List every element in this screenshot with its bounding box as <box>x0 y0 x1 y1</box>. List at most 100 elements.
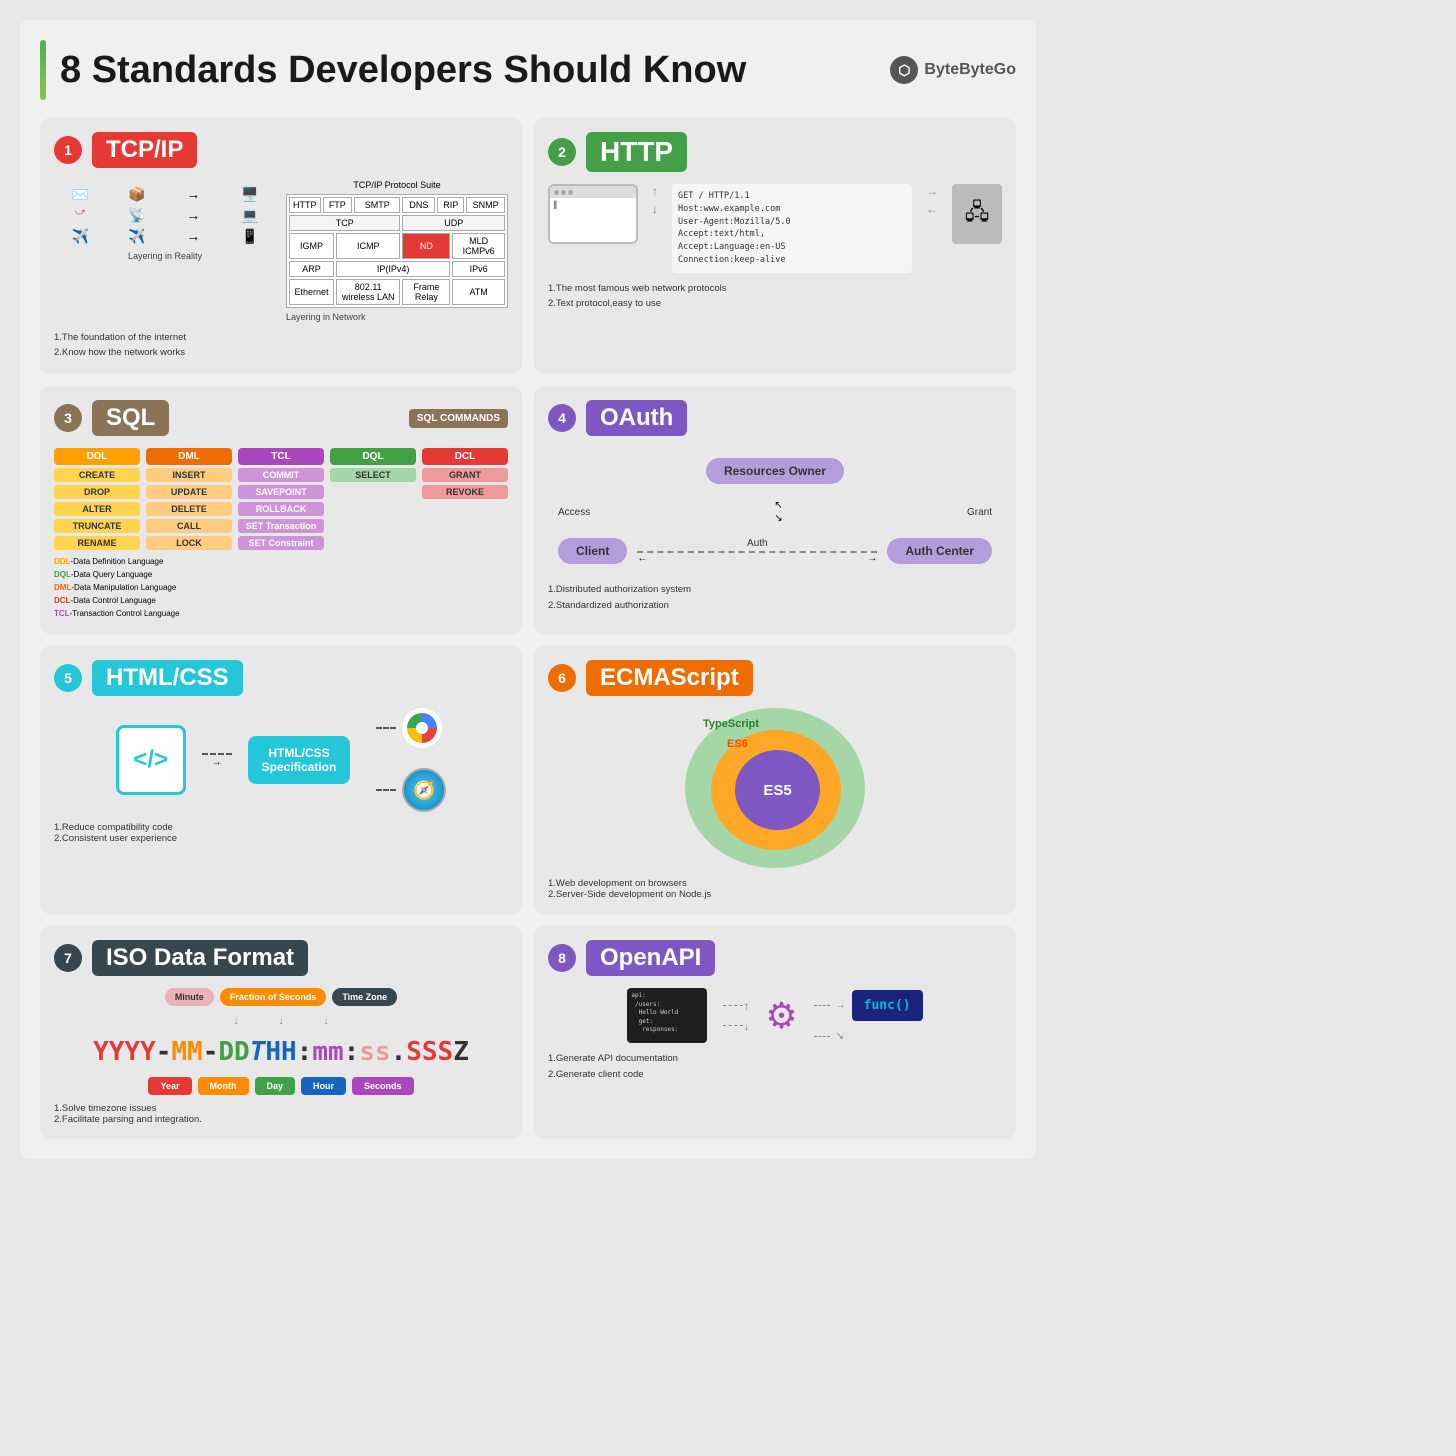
arrow-down-icon: ↓ <box>743 1019 749 1033</box>
icon-envelope: ✉️ <box>54 186 107 203</box>
page-title: 8 Standards Developers Should Know <box>60 49 890 92</box>
tcpip-network-label: Layering in Network <box>286 312 508 322</box>
arrow-down2: ↘ <box>774 513 782 524</box>
icon-router: 📡 <box>111 207 164 224</box>
ecma-footer1: 1.Web development on browsers <box>548 878 1002 889</box>
icon-desktop: 💻 <box>224 207 277 224</box>
icon-box: 📦 <box>111 186 164 203</box>
oauth-title: OAuth <box>586 400 687 436</box>
ecma-circles: TypeScript ES6 ES5 <box>685 708 865 868</box>
dashed-to-func <box>814 1005 830 1006</box>
sql-legend-dcl: DCL-Data Control Language <box>54 595 508 608</box>
iso-datetime: YYYY-MM-DDTHH:mm:ss.SSSZ <box>54 1037 508 1067</box>
htmlcss-diagram: </> → HTML/CSSSpecification <box>54 708 508 812</box>
http-footer1: 1.The most famous web network protocols <box>548 281 1002 296</box>
sql-item-rollback: ROLLBACK <box>238 502 324 516</box>
http-browser-bar <box>550 186 636 198</box>
sql-cat-tcl: TCL <box>238 448 324 465</box>
sql-item-rename: RENAME <box>54 536 140 550</box>
openapi-func-row: → func() <box>814 990 923 1021</box>
card-openapi: 8 OpenAPI api: /users: Hello World get: … <box>534 926 1016 1139</box>
openapi-arrow-down: ↓ <box>723 1019 749 1033</box>
iso-labels: Year Month Day Hour Seconds <box>54 1077 508 1095</box>
iso-dd: DD <box>218 1037 249 1067</box>
tcpip-header: 1 TCP/IP <box>54 132 508 168</box>
tcpip-reality-label: Layering in Reality <box>54 251 276 261</box>
tcpip-right: TCP/IP Protocol Suite HTTP FTP SMTP DNS … <box>286 180 508 322</box>
http-arrows2: → ← <box>926 184 938 216</box>
sql-item-grant: GRANT <box>422 468 508 482</box>
iso-tag-fraction: Fraction of Seconds <box>220 988 327 1006</box>
tcpip-footer: 1.The foundation of the internet 2.Know … <box>54 330 508 360</box>
ecma-es5-circle: ES5 <box>735 750 820 830</box>
openapi-gear-icon: ⚙ <box>765 995 797 1037</box>
card-ecmascript: 6 ECMAScript TypeScript ES6 ES5 1.Web de… <box>534 646 1016 914</box>
openapi-terminal: api: /users: Hello World get: responses: <box>627 988 707 1043</box>
sql-legend-dml: DML-Data Manipulation Language <box>54 582 508 595</box>
card-http: 2 HTTP ▌ ↑ ↓ GET / HTTP/1.1 <box>534 118 1016 374</box>
ecma-footer: 1.Web development on browsers 2.Server-S… <box>548 878 1002 900</box>
ecma-title: ECMAScript <box>586 660 753 696</box>
dashed-down <box>723 1025 743 1026</box>
dashed-down2 <box>814 1036 830 1037</box>
arrow-up2: ↖ <box>774 500 782 511</box>
iso-sss: SSS <box>406 1037 453 1067</box>
sql-cat-dml: DML <box>146 448 232 465</box>
openapi-diagram: api: /users: Hello World get: responses:… <box>548 988 1002 1043</box>
main-grid: 1 TCP/IP ✉️ 📦 → 🖥️ ⤻ 📡 → 💻 ✈️ ✈️ <box>40 118 1016 1139</box>
sql-col-dml: DML INSERT UPDATE DELETE CALL LOCK <box>146 448 232 550</box>
arrow-down3: ↘ <box>836 1031 844 1042</box>
http-server: 🖧 <box>952 184 1002 244</box>
dot2 <box>561 190 566 195</box>
arrow-left-icon: ← <box>926 202 938 216</box>
safari-row: 🧭 <box>376 768 446 812</box>
ecma-diagram: TypeScript ES6 ES5 <box>548 708 1002 868</box>
openapi-number: 8 <box>548 944 576 972</box>
oauth-footer: 1.Distributed authorization system 2.Sta… <box>548 582 1002 612</box>
oauth-resources-owner: Resources Owner <box>706 458 844 484</box>
oauth-footer2: 2.Standardized authorization <box>548 598 1002 613</box>
openapi-title: OpenAPI <box>586 940 715 976</box>
logo: ⬡ ByteByteGo <box>890 56 1016 84</box>
oauth-access-label: Access <box>558 507 590 518</box>
sql-item-insert: INSERT <box>146 468 232 482</box>
sql-cat-dql: DQL <box>330 448 416 465</box>
sql-item-drop: DROP <box>54 485 140 499</box>
sql-item-set-const: SET Constraint <box>238 536 324 550</box>
http-footer: 1.The most famous web network protocols … <box>548 281 1002 311</box>
htmlcss-spec-box: HTML/CSSSpecification <box>248 736 351 784</box>
openapi-arrow-up: ↑ <box>723 999 749 1013</box>
sql-col-ddl: DDL CREATE DROP ALTER TRUNCATE RENAME <box>54 448 140 550</box>
sql-legend: DDL-Data Definition Language DQL-Data Qu… <box>54 556 508 620</box>
openapi-right-section: → func() ↘ <box>814 990 923 1042</box>
oauth-auth-center: Auth Center <box>887 538 992 564</box>
oauth-bottom-row: Client Auth ← → Auth Center <box>558 538 992 564</box>
dashed-to-safari <box>376 789 396 791</box>
oauth-arrows-bot: ← → <box>637 553 877 564</box>
card-tcpip: 1 TCP/IP ✉️ 📦 → 🖥️ ⤻ 📡 → 💻 ✈️ ✈️ <box>40 118 522 374</box>
sql-item-alter: ALTER <box>54 502 140 516</box>
tcpip-title: TCP/IP <box>92 132 197 168</box>
ecma-header: 6 ECMAScript <box>548 660 1002 696</box>
icon-server: 🖥️ <box>224 186 277 203</box>
sql-item-savepoint: SAVEPOINT <box>238 485 324 499</box>
arrow-up-icon: ↑ <box>743 999 749 1013</box>
iso-label-year: Year <box>148 1077 191 1095</box>
htmlcss-footer: 1.Reduce compatibility code 2.Consistent… <box>54 822 508 844</box>
tcpip-icons: ✉️ 📦 → 🖥️ ⤻ 📡 → 💻 ✈️ ✈️ → 📱 <box>54 186 276 245</box>
header: 8 Standards Developers Should Know ⬡ Byt… <box>40 40 1016 100</box>
iso-tag-timezone: Time Zone <box>332 988 397 1006</box>
openapi-footer: 1.Generate API documentation 2.Generate … <box>548 1051 1002 1081</box>
htmlcss-footer1: 1.Reduce compatibility code <box>54 822 508 833</box>
protocol-suite-label: TCP/IP Protocol Suite <box>286 180 508 190</box>
iso-mimi: mm <box>312 1037 343 1067</box>
tcpip-footer2: 2.Know how the network works <box>54 345 508 360</box>
htmlcss-number: 5 <box>54 664 82 692</box>
sql-legend-tcl: TCL-Transaction Control Language <box>54 608 508 621</box>
openapi-footer2: 2.Generate client code <box>548 1067 1002 1082</box>
sql-item-commit: COMMIT <box>238 468 324 482</box>
icon-arrow2: → <box>167 207 220 224</box>
icon-mobile: 📱 <box>224 228 277 245</box>
iso-number: 7 <box>54 944 82 972</box>
iso-footer2: 2.Facilitate parsing and integration. <box>54 1114 508 1125</box>
